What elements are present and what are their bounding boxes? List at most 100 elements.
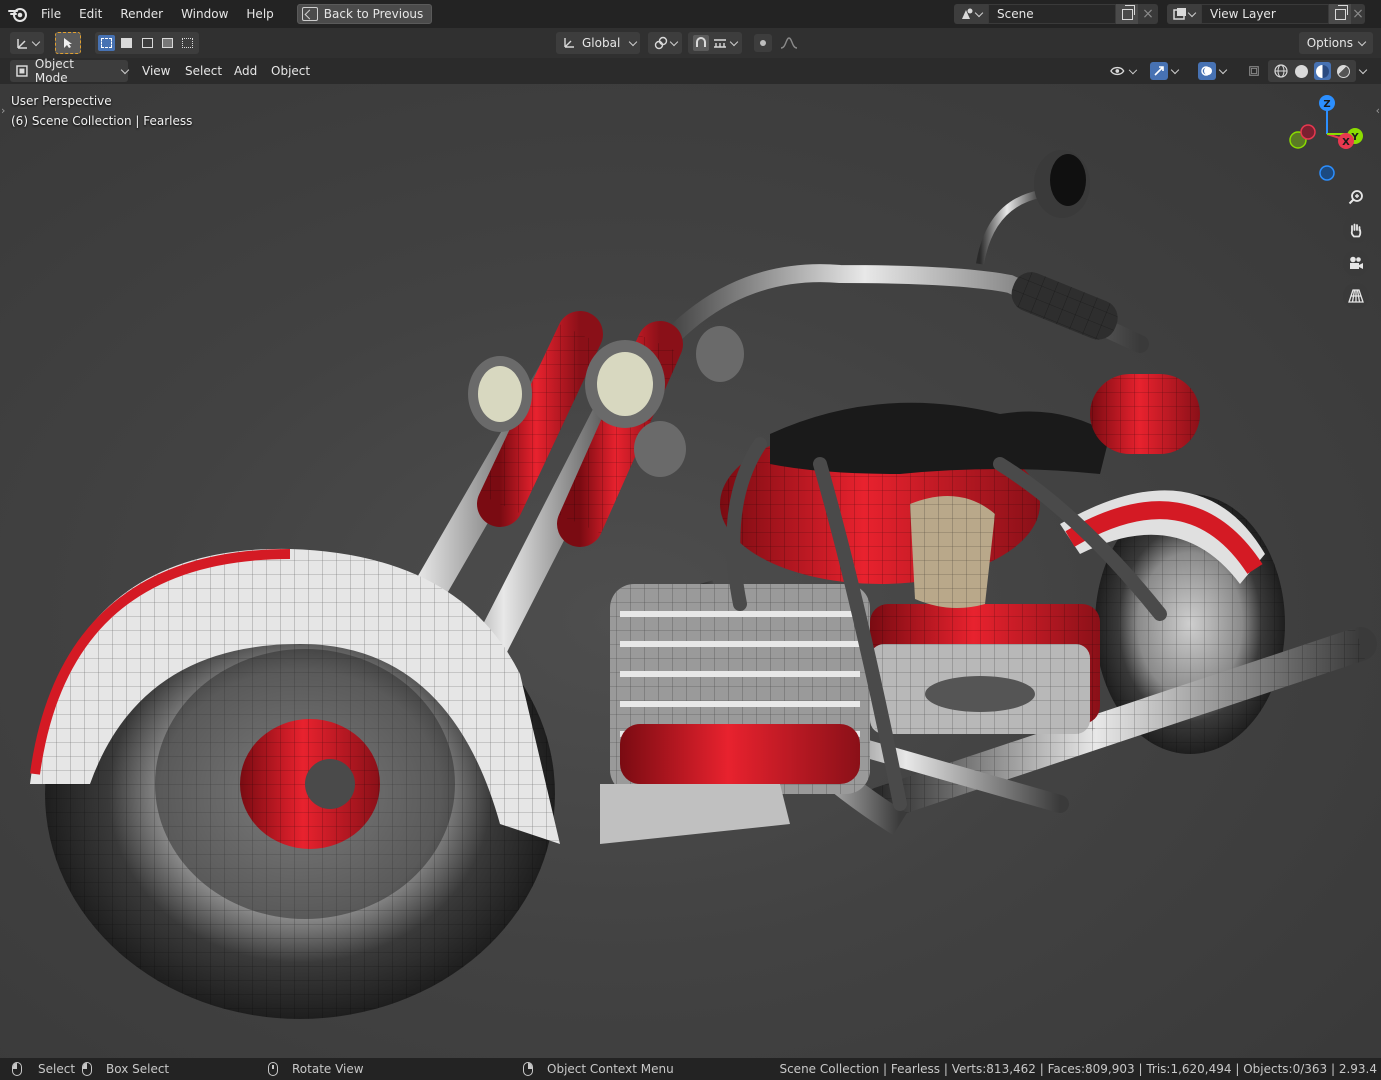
view-layer-icon: [1173, 8, 1186, 20]
motorcycle-model[interactable]: [0, 84, 1381, 1058]
menu-window[interactable]: Window: [172, 3, 237, 25]
snap-toggle-button[interactable]: [693, 35, 709, 51]
camera-icon: [1350, 256, 1363, 269]
status-select-hint: Select: [12, 1058, 75, 1080]
z-axis-label: Z: [1323, 99, 1330, 110]
shading-options-dropdown[interactable]: [1356, 60, 1376, 82]
delete-view-layer-button[interactable]: ×: [1351, 4, 1365, 24]
snap-increment-icon[interactable]: [713, 37, 727, 49]
zoom-icon: [1348, 190, 1363, 205]
new-view-layer-button[interactable]: [1329, 4, 1351, 24]
material-sphere-icon: [1316, 64, 1329, 78]
grid-perspective-icon: [1348, 289, 1364, 303]
gizmo-toggle-icon[interactable]: [1150, 62, 1168, 80]
scene-statistics: Scene Collection | Fearless | Verts:813,…: [779, 1062, 1377, 1076]
view-layer-selector: View Layer ×: [1167, 4, 1365, 24]
select-new-button[interactable]: [98, 35, 116, 51]
gizmo-dropdown[interactable]: [1146, 60, 1188, 82]
proportional-edit-button[interactable]: [754, 34, 772, 52]
duplicate-icon: [1334, 4, 1348, 20]
perspective-toggle-button[interactable]: [1343, 283, 1369, 309]
status-bar: Select Box Select Rotate View Object Con…: [0, 1058, 1381, 1080]
menu-render[interactable]: Render: [111, 3, 172, 25]
status-rotate-label: Rotate View: [292, 1062, 364, 1076]
interaction-mode-dropdown[interactable]: Object Mode: [10, 57, 130, 85]
visibility-dropdown[interactable]: [1106, 60, 1140, 82]
status-context-menu-hint: Object Context Menu: [523, 1058, 674, 1080]
falloff-curve-icon[interactable]: [780, 36, 798, 50]
material-preview-shading-button[interactable]: [1314, 62, 1331, 80]
rendered-shading-button[interactable]: [1335, 62, 1352, 80]
menu-help[interactable]: Help: [237, 3, 282, 25]
chevron-down-icon: [974, 8, 984, 17]
chevron-down-icon: [1218, 65, 1228, 74]
back-to-previous-label: Back to Previous: [323, 7, 424, 21]
scene-name-field[interactable]: Scene: [988, 4, 1116, 24]
select-invert-button[interactable]: [159, 35, 176, 51]
solid-sphere-icon: [1295, 64, 1308, 78]
chevron-down-icon: [1129, 65, 1138, 74]
editor-type-button[interactable]: [10, 32, 44, 54]
object-mode-icon: [16, 65, 28, 77]
selection-mode-group: [95, 32, 199, 54]
select-intersect-button[interactable]: [179, 35, 196, 51]
status-context-menu-label: Object Context Menu: [547, 1062, 674, 1076]
viewport-header: Object Mode View Select Add Object: [0, 57, 1381, 85]
chevron-down-icon: [669, 37, 678, 46]
tool-settings-bar: Global Options: [0, 28, 1381, 58]
cursor-arrow-icon: [64, 38, 72, 48]
solid-shading-button[interactable]: [1293, 62, 1310, 80]
select-extend-button[interactable]: [118, 35, 135, 51]
zoom-view-button[interactable]: [1343, 184, 1369, 210]
neg-x-axis-icon: [1300, 124, 1316, 140]
navigation-gizmo[interactable]: Z Y X: [1271, 84, 1381, 194]
back-to-previous-button[interactable]: Back to Previous: [296, 4, 433, 24]
wireframe-shading-button[interactable]: [1272, 62, 1289, 80]
transform-orientation-label: Global: [582, 36, 621, 50]
menu-file[interactable]: File: [32, 3, 70, 25]
view-layer-name-field[interactable]: View Layer: [1201, 4, 1329, 24]
middle-mouse-icon: [268, 1062, 278, 1076]
wireframe-sphere-icon: [1273, 64, 1288, 78]
chevron-down-icon: [1187, 8, 1197, 17]
menu-add[interactable]: Add: [227, 60, 264, 82]
proportional-editing-group: [748, 32, 804, 54]
chevron-down-icon: [31, 37, 40, 46]
pivot-point-dropdown[interactable]: [648, 32, 682, 54]
overlays-dropdown[interactable]: [1194, 60, 1236, 82]
status-box-select-label: Box Select: [106, 1062, 170, 1076]
scene-selector: Scene ×: [954, 4, 1158, 24]
camera-view-button[interactable]: [1343, 250, 1369, 276]
top-menu-bar: File Edit Render Window Help Back to Pre…: [0, 0, 1381, 28]
duplicate-icon: [1121, 4, 1135, 20]
3d-viewport[interactable]: › ‹ User Perspective (6) Scene Collectio…: [0, 84, 1381, 1058]
overlays-toggle-icon[interactable]: [1198, 62, 1216, 80]
blender-logo-icon[interactable]: [4, 0, 32, 28]
chevron-down-icon: [629, 37, 638, 46]
new-scene-button[interactable]: [1116, 4, 1138, 24]
transform-orientation-dropdown[interactable]: Global: [556, 32, 640, 54]
status-rotate-hint: Rotate View: [268, 1058, 364, 1080]
axis-editor-icon: [16, 39, 27, 49]
eye-cursor-icon: [1110, 66, 1125, 76]
scene-browse-button[interactable]: [954, 4, 988, 24]
xray-toggle-button[interactable]: [1244, 60, 1264, 82]
left-mouse-icon: [12, 1062, 22, 1076]
pivot-icon: [654, 36, 667, 50]
select-tool-button[interactable]: [55, 32, 81, 54]
options-dropdown[interactable]: Options: [1298, 32, 1373, 54]
view-layer-browse-button[interactable]: [1167, 4, 1201, 24]
delete-scene-button[interactable]: ×: [1138, 4, 1158, 24]
menu-object[interactable]: Object: [264, 60, 317, 82]
pan-view-button[interactable]: [1343, 217, 1369, 243]
interaction-mode-label: Object Mode: [34, 57, 74, 85]
snapping-group: [688, 32, 742, 54]
drag-mouse-icon: [82, 1062, 92, 1076]
select-subtract-button[interactable]: [138, 35, 155, 51]
menu-edit[interactable]: Edit: [70, 3, 111, 25]
menu-select[interactable]: Select: [178, 60, 229, 82]
right-mouse-icon: [523, 1062, 533, 1076]
menu-view[interactable]: View: [135, 60, 177, 82]
neg-z-axis-icon: [1319, 165, 1335, 181]
chevron-down-icon: [120, 65, 130, 74]
